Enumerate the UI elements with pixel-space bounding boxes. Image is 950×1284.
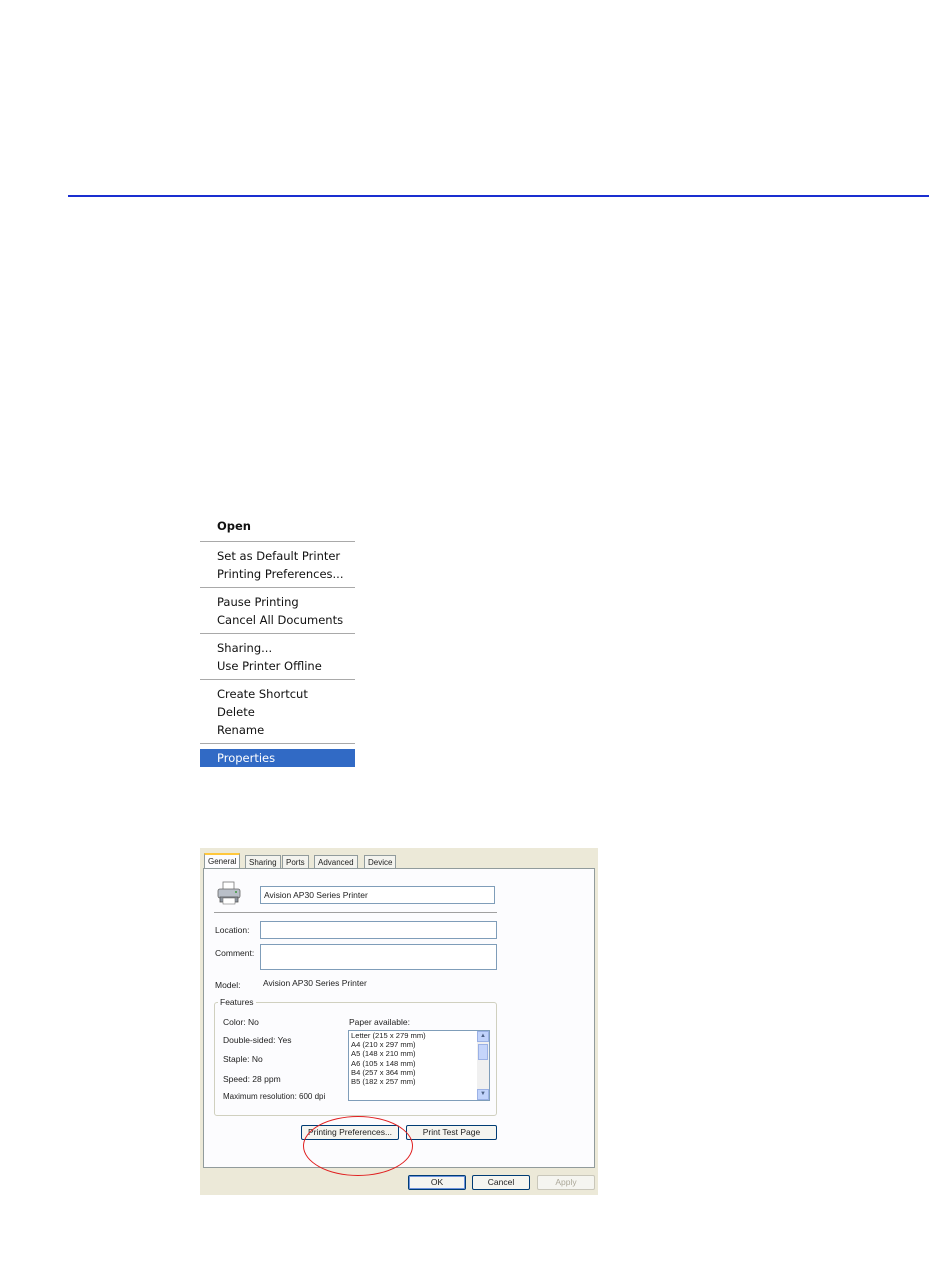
highlight-circle xyxy=(303,1116,413,1176)
model-label: Model: xyxy=(215,980,241,990)
feature-speed: Speed: 28 ppm xyxy=(223,1074,281,1084)
menu-item-use-offline[interactable]: Use Printer Offline xyxy=(200,657,355,675)
menu-separator xyxy=(200,541,355,542)
feature-staple: Staple: No xyxy=(223,1054,263,1064)
printer-name-field[interactable]: Avision AP30 Series Printer xyxy=(260,886,495,904)
menu-item-pause-printing[interactable]: Pause Printing xyxy=(200,593,355,611)
model-value: Avision AP30 Series Printer xyxy=(263,978,367,988)
menu-separator xyxy=(200,743,355,744)
menu-item-set-default[interactable]: Set as Default Printer xyxy=(200,547,355,565)
printer-context-menu: Open Set as Default Printer Printing Pre… xyxy=(200,515,355,767)
paper-list[interactable]: Letter (215 x 279 mm) A4 (210 x 297 mm) … xyxy=(348,1030,490,1101)
feature-color: Color: No xyxy=(223,1017,259,1027)
general-tab-panel: Avision AP30 Series Printer Location: Co… xyxy=(203,868,595,1176)
print-test-page-button[interactable]: Print Test Page xyxy=(406,1125,497,1140)
printer-properties-dialog: General Sharing Ports Advanced Device Av… xyxy=(200,848,598,1195)
divider xyxy=(214,912,497,913)
menu-item-printing-preferences[interactable]: Printing Preferences... xyxy=(200,565,355,583)
scroll-thumb[interactable] xyxy=(478,1044,488,1060)
menu-item-create-shortcut[interactable]: Create Shortcut xyxy=(200,685,355,703)
menu-separator xyxy=(200,587,355,588)
tab-device[interactable]: Device xyxy=(364,855,397,869)
list-item[interactable]: B4 (257 x 364 mm) xyxy=(349,1068,489,1077)
cancel-button[interactable]: Cancel xyxy=(472,1175,530,1190)
scroll-down-icon[interactable]: ▼ xyxy=(477,1089,489,1100)
scroll-up-icon[interactable]: ▲ xyxy=(477,1031,489,1042)
paper-available-label: Paper available: xyxy=(349,1017,410,1027)
paper-list-scrollbar[interactable]: ▲ ▼ xyxy=(477,1031,489,1100)
location-label: Location: xyxy=(215,925,250,935)
printer-icon xyxy=(217,881,241,905)
feature-double-sided: Double-sided: Yes xyxy=(223,1035,292,1045)
features-title: Features xyxy=(218,997,256,1007)
header-rule xyxy=(68,195,929,197)
menu-item-cancel-all[interactable]: Cancel All Documents xyxy=(200,611,355,629)
menu-item-properties[interactable]: Properties xyxy=(200,749,355,767)
list-item[interactable]: A4 (210 x 297 mm) xyxy=(349,1040,489,1049)
list-item[interactable]: Letter (215 x 279 mm) xyxy=(349,1031,489,1040)
comment-label: Comment: xyxy=(215,948,255,958)
feature-max-resolution: Maximum resolution: 600 dpi xyxy=(223,1092,326,1101)
list-item[interactable]: A5 (148 x 210 mm) xyxy=(349,1049,489,1058)
menu-separator xyxy=(200,679,355,680)
list-item[interactable]: A6 (105 x 148 mm) xyxy=(349,1059,489,1068)
tab-advanced[interactable]: Advanced xyxy=(314,855,358,869)
menu-item-rename[interactable]: Rename xyxy=(200,721,355,739)
menu-separator xyxy=(200,633,355,634)
menu-item-delete[interactable]: Delete xyxy=(200,703,355,721)
apply-button[interactable]: Apply xyxy=(537,1175,595,1190)
tab-ports[interactable]: Ports xyxy=(282,855,309,869)
ok-button[interactable]: OK xyxy=(408,1175,466,1190)
location-field[interactable] xyxy=(260,921,497,939)
menu-item-sharing[interactable]: Sharing... xyxy=(200,639,355,657)
list-item[interactable]: B5 (182 x 257 mm) xyxy=(349,1077,489,1086)
menu-item-open[interactable]: Open xyxy=(200,515,355,537)
tab-sharing[interactable]: Sharing xyxy=(245,855,281,869)
comment-field[interactable] xyxy=(260,944,497,970)
